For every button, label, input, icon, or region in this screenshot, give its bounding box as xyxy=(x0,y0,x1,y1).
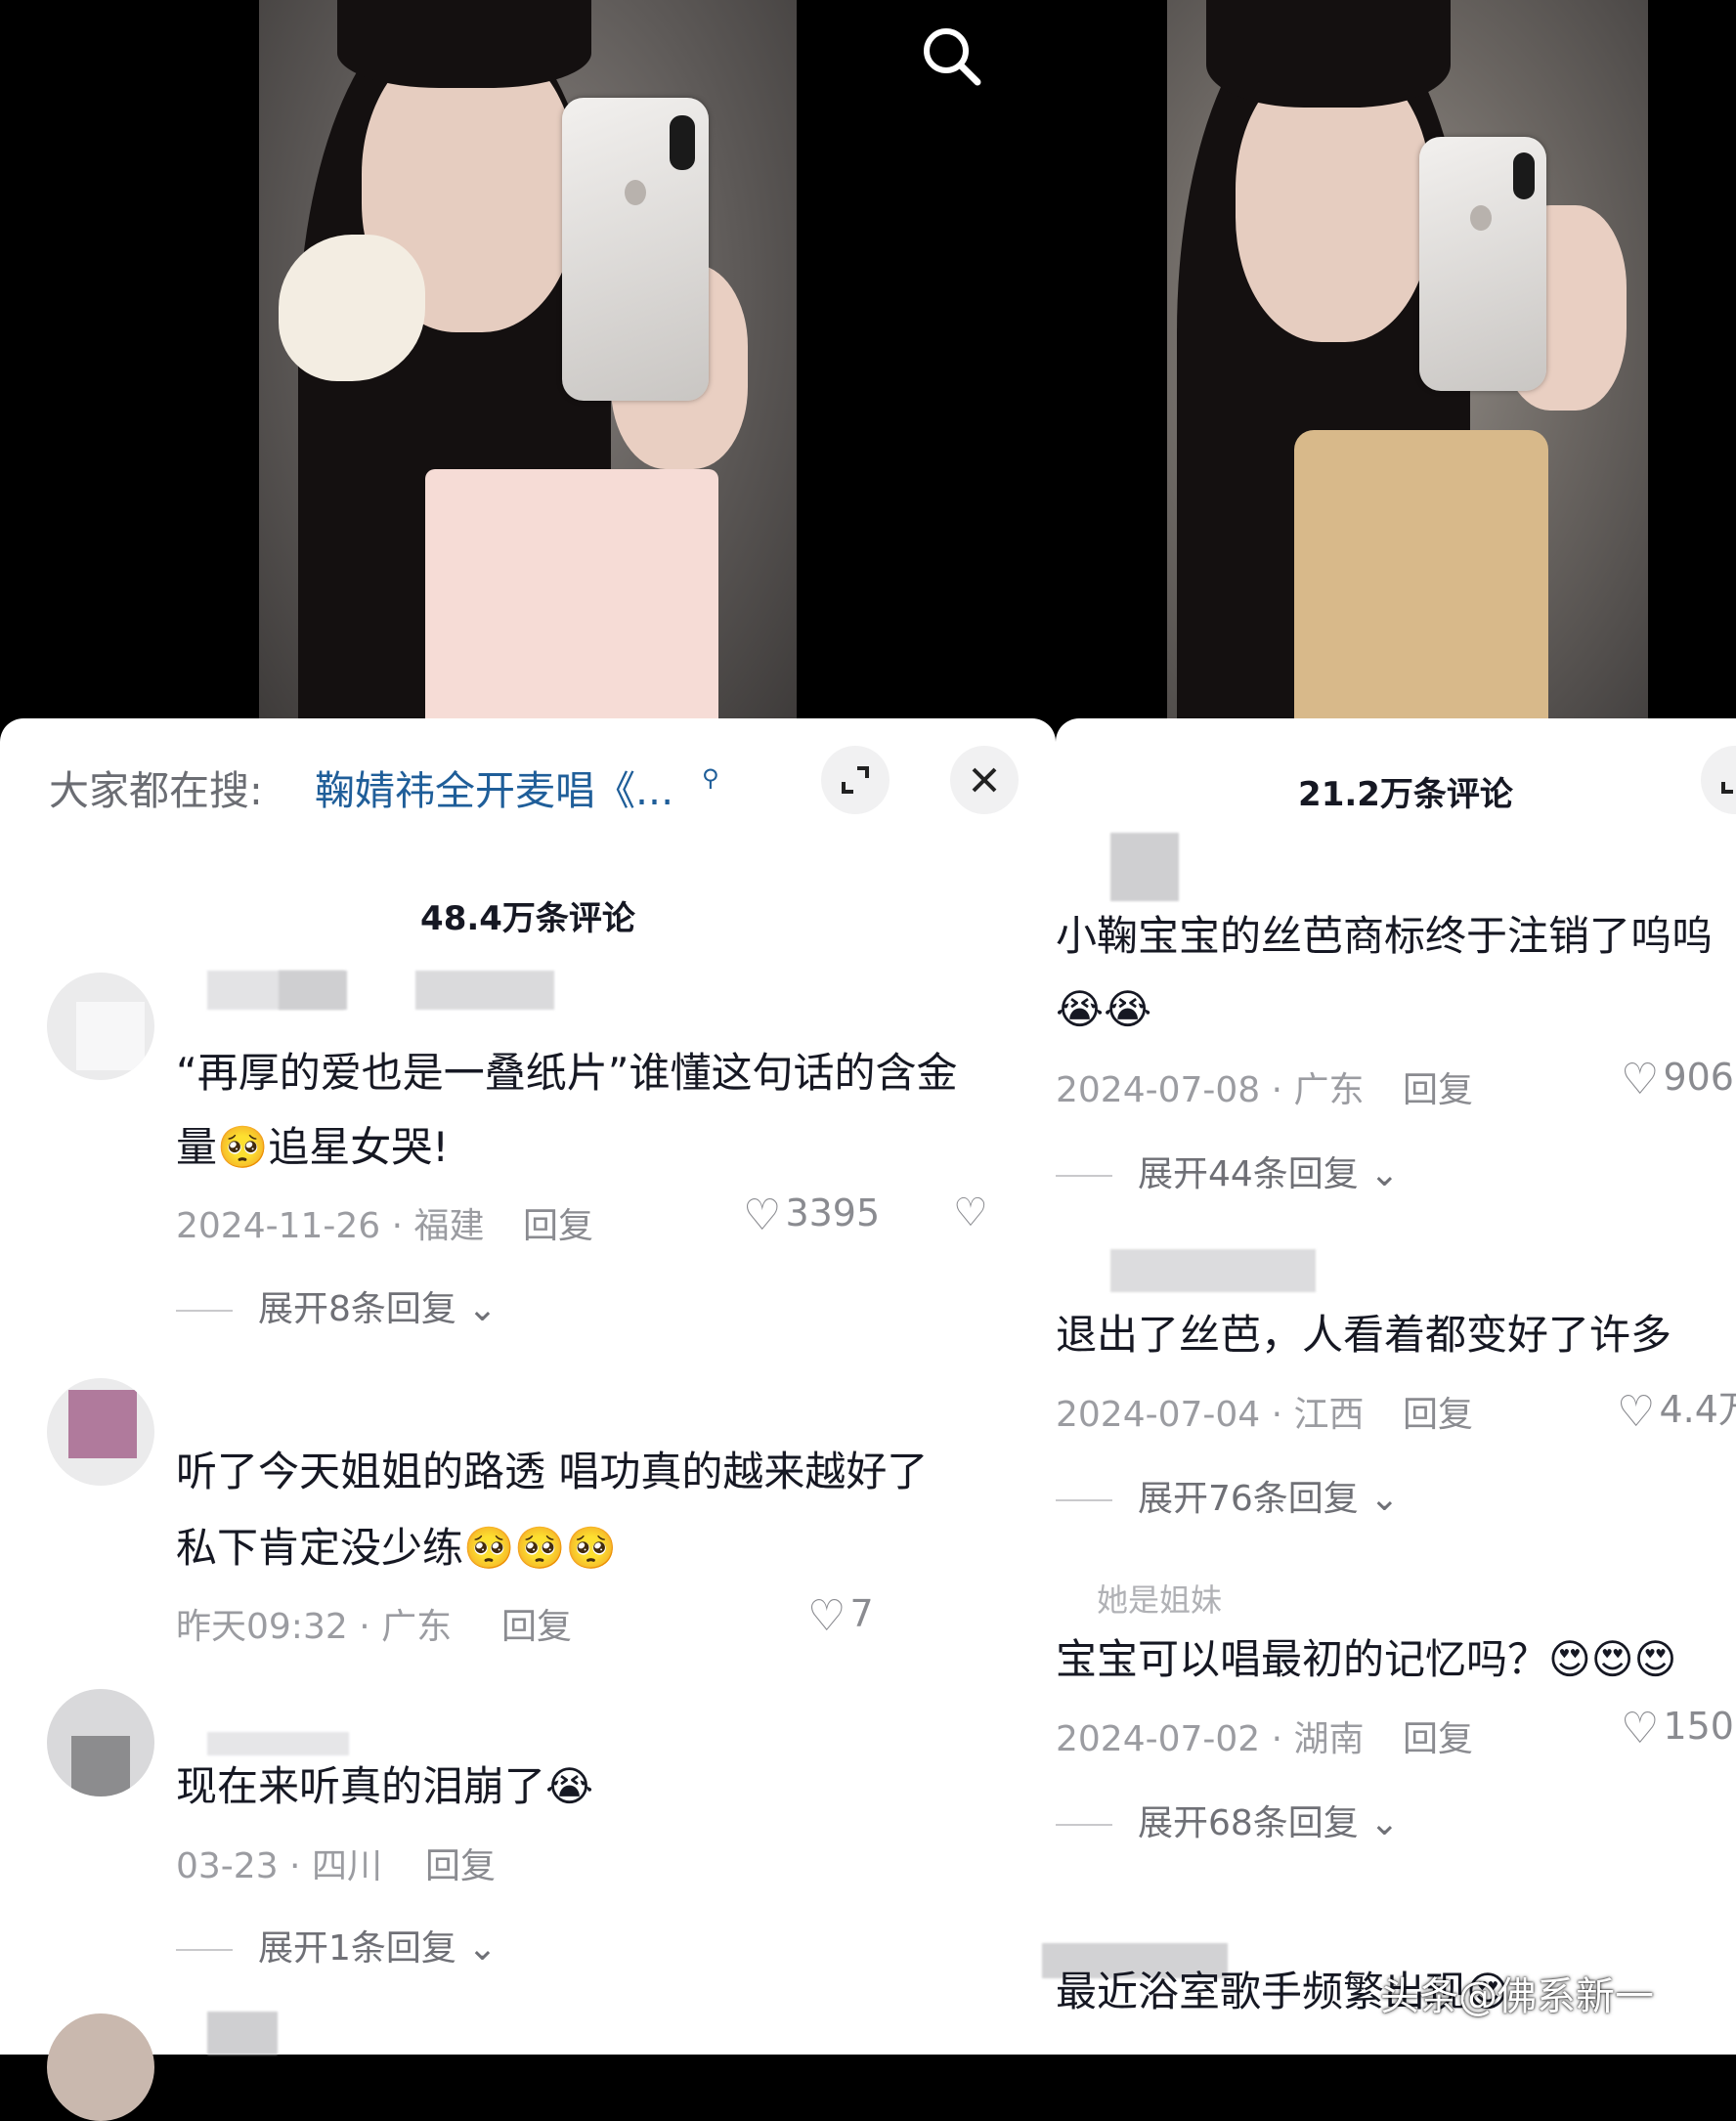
chevron-down-icon: ⌄ xyxy=(1369,1154,1400,1194)
video-frame-right xyxy=(1167,0,1648,723)
expand-button[interactable] xyxy=(821,746,890,814)
comment-text: 退出了丝芭，人看着都变好了许多 xyxy=(1056,1311,1672,1359)
heart-icon: ♡ xyxy=(1621,1704,1660,1753)
reply-button[interactable]: 回复 xyxy=(501,1598,572,1649)
expand-replies-label: 展开44条回复 xyxy=(1138,1154,1359,1194)
chevron-down-icon: ⌄ xyxy=(467,1289,498,1329)
heart-icon: ♡ xyxy=(743,1190,782,1240)
expand-replies[interactable]: 展开68条回复 ⌄ xyxy=(1056,1795,1399,1845)
expand-replies[interactable]: 展开8条回复 ⌄ xyxy=(176,1280,498,1331)
comment-text: “再厚的爱也是一叠纸片”谁懂这句话的含金 xyxy=(176,1049,958,1097)
comment-text: 宝宝可以唱最初的记忆吗？😍😍😍 xyxy=(1056,1635,1677,1683)
expand-icon xyxy=(1721,782,1733,794)
phone-in-mirror xyxy=(1419,137,1546,391)
like-button[interactable]: ♡ 3395 xyxy=(743,1190,880,1240)
comment-text: 私下肯定没少练🥺🥺🥺 xyxy=(176,1524,617,1572)
comment-date-location: 2024-07-02 · 湖南 xyxy=(1056,1719,1365,1759)
heart-icon: ♡ xyxy=(1621,1055,1660,1104)
comment-date-location: 03-23 · 四川 xyxy=(176,1846,382,1886)
like-button[interactable]: ♡ 7 xyxy=(807,1591,874,1641)
like-count: 3395 xyxy=(785,1191,881,1234)
like-count: 150 xyxy=(1663,1705,1734,1748)
reply-button[interactable]: 回复 xyxy=(1403,1386,1473,1437)
username-blurred xyxy=(207,2012,278,2055)
avatar[interactable] xyxy=(47,1689,154,1796)
expand-icon xyxy=(842,766,869,794)
avatar-blurred xyxy=(1110,833,1179,901)
expand-replies-label: 展开76条回复 xyxy=(1138,1479,1359,1519)
like-count: 4.4万 xyxy=(1659,1388,1736,1431)
username-blurred xyxy=(279,971,347,1010)
avatar[interactable] xyxy=(47,1378,154,1486)
comment-date-location: 2024-11-26 · 福建 xyxy=(176,1206,485,1246)
search-hint-link[interactable]: 鞠婧祎全开麦唱《... xyxy=(315,758,673,816)
like-button[interactable]: ♡4.4万 xyxy=(1617,1379,1736,1437)
comment-text: 现在来听真的泪崩了😭 xyxy=(176,1762,594,1810)
expand-replies[interactable]: 展开1条回复 ⌄ xyxy=(176,1920,498,1970)
reply-button[interactable]: 回复 xyxy=(1403,1061,1473,1112)
close-button[interactable] xyxy=(950,746,1019,814)
like-count: 7 xyxy=(849,1592,874,1635)
username-blurred xyxy=(415,971,554,1010)
comment-text: 听了今天姐姐的路透 唱功真的越来越好了 xyxy=(176,1448,929,1495)
chevron-down-icon: ⌄ xyxy=(467,1928,498,1969)
search-icon xyxy=(924,28,981,86)
phone-in-mirror xyxy=(562,98,709,401)
search-hint-icon: ⚲ xyxy=(702,764,719,792)
comment-date-location: 2024-07-04 · 江西 xyxy=(1056,1395,1365,1435)
expand-replies-label: 展开1条回复 xyxy=(258,1928,456,1969)
expand-replies[interactable]: 展开44条回复 ⌄ xyxy=(1056,1146,1399,1196)
watermark: 头条@佛系新一 xyxy=(1380,1974,1654,2019)
comment-text: 小鞠宝宝的丝芭商标终于注销了呜呜 xyxy=(1056,912,1714,960)
like-count: 906 xyxy=(1663,1056,1734,1099)
heart-icon: ♡ xyxy=(807,1591,846,1641)
chevron-down-icon: ⌄ xyxy=(1369,1479,1400,1519)
video-frame-left xyxy=(259,0,797,723)
comment-text: 量🥺追星女哭! xyxy=(176,1123,450,1171)
like-button[interactable]: ♡ 150 xyxy=(1621,1704,1734,1753)
reply-button[interactable]: 回复 xyxy=(1403,1710,1473,1761)
search-hint-label: 大家都在搜: xyxy=(49,767,263,814)
hair-bow xyxy=(279,235,425,381)
like-button[interactable]: ♡ 906 xyxy=(1621,1055,1734,1104)
reply-button[interactable]: 回复 xyxy=(523,1197,593,1248)
expand-replies[interactable]: 展开76条回复 ⌄ xyxy=(1056,1470,1399,1521)
reply-button[interactable]: 回复 xyxy=(425,1838,496,1888)
comment-count-left: 48.4万条评论 xyxy=(420,899,635,938)
comment-date-location: 2024-07-08 · 广东 xyxy=(1056,1070,1365,1110)
username-blurred xyxy=(1110,1249,1316,1292)
search-button[interactable] xyxy=(917,22,985,90)
comment-username[interactable]: 她是姐妹 xyxy=(1097,1576,1222,1621)
heart-icon: ♡ xyxy=(1617,1387,1656,1437)
chevron-down-icon: ⌄ xyxy=(1369,1803,1400,1843)
comment-count-right: 21.2万条评论 xyxy=(1298,775,1513,814)
comment-date-location: 昨天09:32 · 广东 xyxy=(176,1607,453,1647)
avatar[interactable] xyxy=(47,973,154,1080)
dislike-icon[interactable]: ♡ xyxy=(953,1190,988,1235)
avatar[interactable] xyxy=(47,2013,154,2121)
expand-replies-label: 展开8条回复 xyxy=(258,1289,456,1329)
close-icon xyxy=(972,767,997,793)
comment-text: 😭😭 xyxy=(1056,985,1152,1033)
expand-replies-label: 展开68条回复 xyxy=(1138,1803,1359,1843)
